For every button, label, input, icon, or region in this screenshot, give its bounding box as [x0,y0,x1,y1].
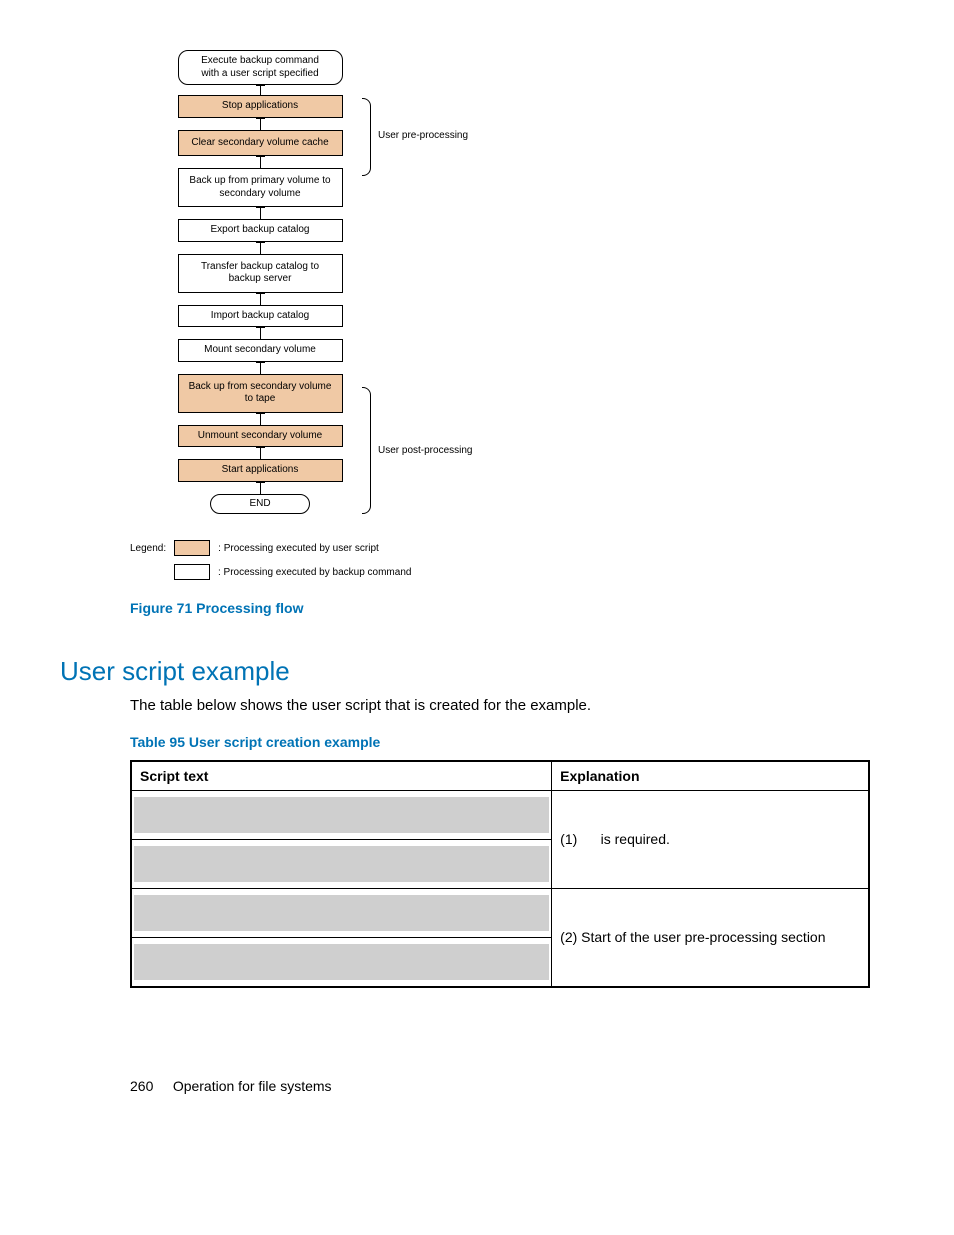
flow-step-2: Clear secondary volume cache [178,130,343,157]
brace-post [362,387,371,514]
flow-step-6: Import backup catalog [178,305,343,328]
explanation-cell-2: (2) Start of the user pre-processing sec… [552,889,869,988]
script-block [134,797,549,833]
flow-step-9: Unmount secondary volume [178,425,343,448]
legend-box-white [174,564,210,580]
flow-step-3: Back up from primary volume to secondary… [178,168,343,207]
flow-connector [260,85,261,95]
flow-connector [260,327,261,339]
flow-end-node: END [210,494,310,515]
table-header-row: Script text Explanation [131,761,869,791]
legend-title: Legend: [130,543,166,554]
script-table: Script text Explanation (1) is required.… [130,760,870,988]
flow-start-node: Execute backup command with a user scrip… [178,50,343,85]
explanation-num: (1) [560,831,577,847]
flow-connector [260,447,261,459]
page-number: 260 [130,1078,153,1094]
intro-text: The table below shows the user script th… [130,697,894,714]
table-row: (2) Start of the user pre-processing sec… [131,889,869,938]
flow-connector [260,242,261,254]
table-header-right: Explanation [552,761,869,791]
flow-connector [260,156,261,168]
flowchart: Execute backup command with a user scrip… [130,50,580,514]
flow-step-7: Mount secondary volume [178,339,343,362]
figure-caption: Figure 71 Processing flow [130,600,894,616]
footer-label: Operation for file systems [173,1078,332,1094]
flow-connector [260,362,261,374]
brace-pre [362,98,371,176]
legend: Legend: : Processing executed by user sc… [130,540,894,580]
flow-column: Execute backup command with a user scrip… [160,50,360,514]
page-footer: 260 Operation for file systems [130,1078,894,1094]
table-header-left: Script text [131,761,552,791]
flow-step-1: Stop applications [178,95,343,118]
legend-box-tan [174,540,210,556]
flow-step-8: Back up from secondary volume to tape [178,374,343,413]
flow-step-10: Start applications [178,459,343,482]
script-block [134,944,549,980]
brace-pre-label: User pre-processing [378,130,468,141]
script-block [134,846,549,882]
table-caption: Table 95 User script creation example [130,734,894,750]
explanation-cell-1: (1) is required. [552,791,869,889]
legend-text-tan: : Processing executed by user script [218,543,379,554]
brace-post-label: User post-processing [378,445,472,456]
flow-connector [260,413,261,425]
explanation-text: is required. [601,831,670,847]
flow-connector [260,293,261,305]
flow-connector [260,118,261,130]
flow-connector [260,482,261,494]
page: Execute backup command with a user scrip… [0,0,954,1134]
script-block [134,895,549,931]
flow-step-5: Transfer backup catalog to backup server [178,254,343,293]
table-row: (1) is required. [131,791,869,840]
flow-step-4: Export backup catalog [178,219,343,242]
section-heading: User script example [60,656,894,687]
legend-text-white: : Processing executed by backup command [218,567,411,578]
flow-connector [260,207,261,219]
